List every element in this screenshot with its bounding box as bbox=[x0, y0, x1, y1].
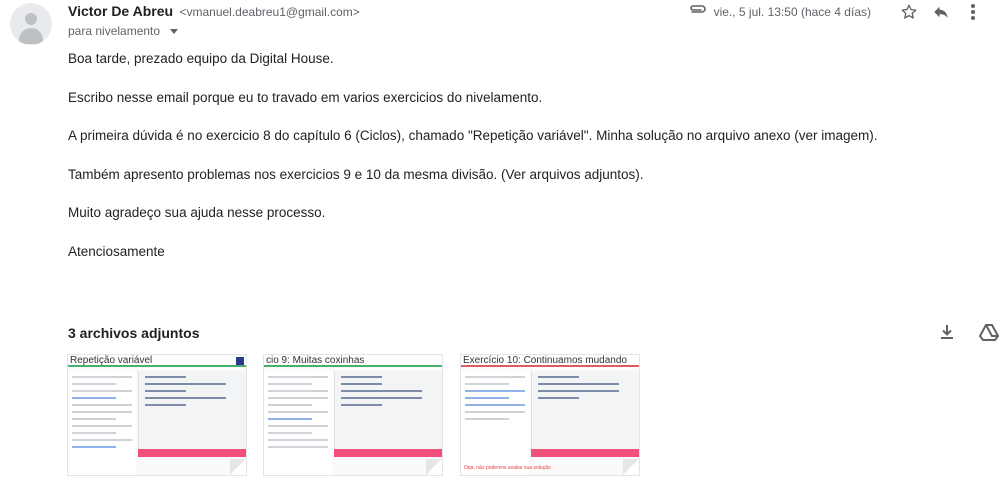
message-body: Boa tarde, prezado equipo da Digital Hou… bbox=[68, 51, 948, 282]
save-to-drive-icon[interactable] bbox=[977, 322, 1001, 342]
thumbnail-title: cio 9: Muitas coxinhas bbox=[264, 355, 442, 367]
sender-avatar[interactable] bbox=[10, 3, 52, 45]
message-date: vie., 5 jul. 13:50 (hace 4 días) bbox=[713, 5, 871, 19]
attachment-thumbnail[interactable]: Repetição variável bbox=[67, 354, 247, 476]
thumbnail-code bbox=[334, 371, 442, 449]
body-paragraph: Escribo nesse email porque eu to travado… bbox=[68, 89, 543, 105]
chevron-down-icon[interactable] bbox=[170, 29, 179, 34]
body-paragraph: Boa tarde, prezado equipo da Digital Hou… bbox=[68, 51, 334, 66]
sender-name[interactable]: Victor De Abreu bbox=[68, 3, 173, 19]
sender-line: Victor De Abreu <vmanuel.deabreu1@gmail.… bbox=[68, 3, 360, 21]
recipient-label: para nivelamento bbox=[68, 24, 161, 38]
thumbnail-title: Repetição variável bbox=[68, 355, 246, 367]
thumbnail-run-bar bbox=[334, 449, 442, 457]
star-icon[interactable] bbox=[897, 2, 921, 22]
thumbnail-instructions bbox=[68, 371, 136, 475]
paperclip-icon bbox=[688, 3, 708, 21]
page-fold-icon bbox=[623, 459, 639, 475]
body-paragraph: Também apresento problemas nos exercicio… bbox=[68, 166, 644, 182]
person-icon-body bbox=[19, 28, 43, 44]
more-vert-icon[interactable] bbox=[961, 2, 985, 22]
body-paragraph: Muito agradeço sua ajuda nesse processo. bbox=[68, 205, 326, 220]
site-logo-icon bbox=[236, 357, 244, 365]
page-fold-icon bbox=[230, 459, 246, 475]
thumbnail-instructions bbox=[264, 371, 332, 475]
page-fold-icon bbox=[426, 459, 442, 475]
sender-email: <vmanuel.deabreu1@gmail.com> bbox=[179, 5, 360, 19]
body-paragraph: Atenciosamente bbox=[68, 243, 165, 259]
body-paragraph: A primeira dúvida é no exercicio 8 do ca… bbox=[68, 128, 878, 143]
attachment-actions bbox=[935, 322, 1001, 342]
message-meta: vie., 5 jul. 13:50 (hace 4 días) bbox=[688, 2, 985, 22]
recipient-toggle[interactable]: para nivelamento bbox=[68, 24, 179, 38]
attachment-thumbnail[interactable]: Exercício 10: Continuamos mudando Opa, n… bbox=[460, 354, 640, 476]
thumbnail-error-message: Opa, não podemos avaliar sua solução bbox=[464, 465, 551, 471]
person-icon-head bbox=[25, 13, 37, 25]
thumbnail-code bbox=[138, 371, 246, 449]
thumbnail-run-bar bbox=[531, 449, 639, 457]
attachments-title: 3 archivos adjuntos bbox=[68, 325, 200, 341]
thumbnail-run-bar bbox=[138, 449, 246, 457]
thumbnail-instructions bbox=[461, 371, 529, 475]
reply-icon[interactable] bbox=[929, 2, 953, 22]
attachment-thumbnail[interactable]: cio 9: Muitas coxinhas bbox=[263, 354, 443, 476]
download-all-icon[interactable] bbox=[935, 322, 959, 342]
thumbnail-code bbox=[531, 371, 639, 449]
thumbnail-title: Exercício 10: Continuamos mudando bbox=[461, 355, 639, 367]
